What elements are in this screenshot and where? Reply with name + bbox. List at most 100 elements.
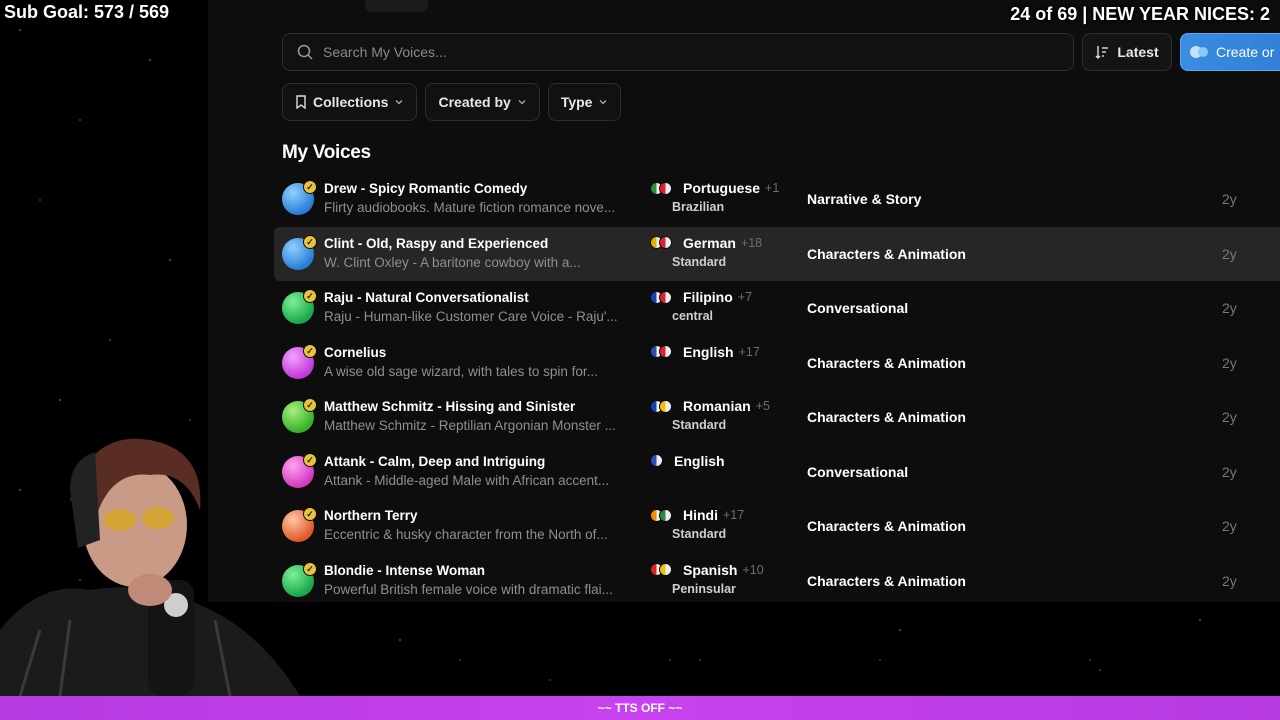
language-more-count: +7 (737, 290, 753, 304)
flag-group (650, 399, 672, 413)
flag-group (650, 345, 672, 358)
create-voice-icon (1190, 46, 1208, 58)
collections-filter[interactable]: Collections (282, 83, 418, 121)
type-filter-label: Type (560, 94, 593, 110)
voice-name: Northern Terry (324, 508, 418, 523)
sort-button[interactable]: Latest (1082, 33, 1172, 71)
flag-group (650, 563, 672, 576)
voice-language[interactable]: Filipino +7 (650, 289, 752, 305)
voice-library-panel: Latest Create or Collections Created by … (208, 0, 1280, 602)
language-name: Hindi (683, 507, 718, 523)
voice-row[interactable]: ✓ Matthew Schmitz - Hissing and Sinister… (274, 390, 1280, 445)
voice-category: Characters & Animation (807, 245, 966, 262)
voice-row[interactable]: ✓ Northern Terry Eccentric & husky chara… (274, 499, 1280, 554)
verified-badge-icon: ✓ (303, 398, 317, 412)
voice-language[interactable]: English (650, 453, 730, 469)
verified-badge-icon: ✓ (303, 343, 317, 358)
search-icon (297, 44, 313, 60)
voice-language[interactable]: German +18 (650, 235, 762, 251)
voice-description: Attank - Middle-aged Male with African a… (324, 472, 610, 488)
voice-list: ✓ Drew - Spicy Romantic Comedy Flirty au… (274, 172, 1280, 602)
tts-status-bar: ~~ TTS OFF ~~ (0, 696, 1280, 720)
search-bar[interactable] (282, 33, 1074, 71)
voice-category: Characters & Animation (807, 409, 966, 425)
chevron-down-icon (396, 100, 403, 105)
flag-icon (659, 181, 672, 195)
voice-description: W. Clint Oxley - A baritone cowboy with … (324, 254, 581, 270)
voice-description: Eccentric & husky character from the Nor… (324, 527, 608, 542)
tab-my-voices[interactable] (364, 0, 428, 12)
voice-category: Characters & Animation (807, 518, 966, 534)
voice-accent: Standard (672, 527, 727, 541)
verified-badge-icon: ✓ (303, 561, 317, 576)
voice-language[interactable]: English +17 (650, 344, 760, 360)
voice-row[interactable]: ✓ Blondie - Intense Woman Powerful Briti… (274, 554, 1280, 603)
flag-icon (659, 399, 672, 413)
created-by-filter[interactable]: Created by (425, 83, 540, 121)
webcam-streamer-image (0, 438, 300, 696)
voice-age: 2y (1222, 245, 1237, 262)
search-input[interactable] (323, 44, 1023, 60)
language-more-count: +17 (723, 508, 745, 522)
sort-icon (1095, 46, 1109, 59)
voice-row[interactable]: ✓ Attank - Calm, Deep and Intriguing Att… (274, 445, 1280, 500)
section-title: My Voices (282, 142, 371, 163)
voice-accent: Standard (672, 418, 727, 432)
flag-group (650, 181, 672, 195)
flag-group (650, 508, 672, 522)
flag-group (650, 454, 663, 467)
voice-age: 2y (1222, 518, 1237, 534)
voice-language[interactable]: Hindi +17 (650, 507, 744, 523)
voice-category: Conversational (807, 463, 909, 480)
voice-description: A wise old sage wizard, with tales to sp… (324, 363, 598, 379)
type-filter[interactable]: Type (547, 83, 622, 121)
voice-name: Attank - Calm, Deep and Intriguing (324, 453, 546, 469)
created-by-filter-label: Created by (438, 94, 511, 110)
top-tabs (288, 0, 522, 12)
flag-icon (650, 454, 663, 467)
language-more-count: +1 (765, 181, 780, 195)
voice-name: Matthew Schmitz - Hissing and Sinister (324, 399, 576, 414)
create-voice-label: Create or (1216, 44, 1275, 60)
voice-accent: central (672, 309, 713, 323)
voice-description: Matthew Schmitz - Reptilian Argonian Mon… (324, 418, 616, 433)
voice-row[interactable]: ✓ Drew - Spicy Romantic Comedy Flirty au… (274, 172, 1280, 227)
voice-accent: Brazilian (672, 200, 725, 214)
counter-overlay: 24 of 69 | NEW YEAR NICES: 2 (1010, 4, 1270, 24)
voice-language[interactable]: Spanish +10 (650, 562, 764, 578)
voice-row[interactable]: ✓ Clint - Old, Raspy and Experienced W. … (274, 226, 1280, 281)
tab-default-voices[interactable] (452, 0, 523, 12)
language-name: German (683, 234, 736, 251)
chevron-down-icon (600, 100, 607, 105)
voice-language[interactable]: Portuguese +1 (650, 180, 779, 196)
collections-filter-label: Collections (313, 94, 389, 110)
create-voice-button[interactable]: Create or (1180, 33, 1280, 71)
voice-accent: Peninsular (672, 581, 736, 596)
voice-description: Flirty audiobooks. Mature fiction romanc… (324, 200, 616, 215)
voice-age: 2y (1222, 354, 1237, 371)
sort-label: Latest (1117, 44, 1159, 60)
tab-explore[interactable] (288, 0, 341, 12)
voice-name: Drew - Spicy Romantic Comedy (324, 181, 528, 196)
voice-row[interactable]: ✓ Raju - Natural Conversationalist Raju … (274, 281, 1280, 336)
language-more-count: +10 (742, 562, 764, 577)
verified-badge-icon: ✓ (303, 452, 317, 467)
voice-language[interactable]: Romanian +5 (650, 398, 770, 414)
language-name: English (683, 343, 734, 360)
voice-age: 2y (1222, 572, 1237, 589)
voice-description: Raju - Human-like Customer Care Voice - … (324, 309, 618, 324)
verified-badge-icon: ✓ (303, 234, 317, 249)
flag-icon (659, 563, 672, 576)
flag-icon (659, 508, 672, 522)
language-more-count: +18 (740, 235, 763, 250)
voice-name: Blondie - Intense Woman (324, 562, 486, 578)
bookmark-icon (296, 95, 306, 109)
voice-row[interactable]: ✓ Cornelius A wise old sage wizard, with… (274, 336, 1280, 391)
chevron-down-icon (518, 100, 526, 105)
voice-name: Clint - Old, Raspy and Experienced (324, 235, 549, 251)
voice-category: Characters & Animation (807, 354, 966, 371)
voice-category: Characters & Animation (807, 572, 966, 589)
language-name: Spanish (683, 561, 738, 578)
flag-group (650, 236, 672, 249)
verified-badge-icon: ✓ (303, 180, 317, 194)
